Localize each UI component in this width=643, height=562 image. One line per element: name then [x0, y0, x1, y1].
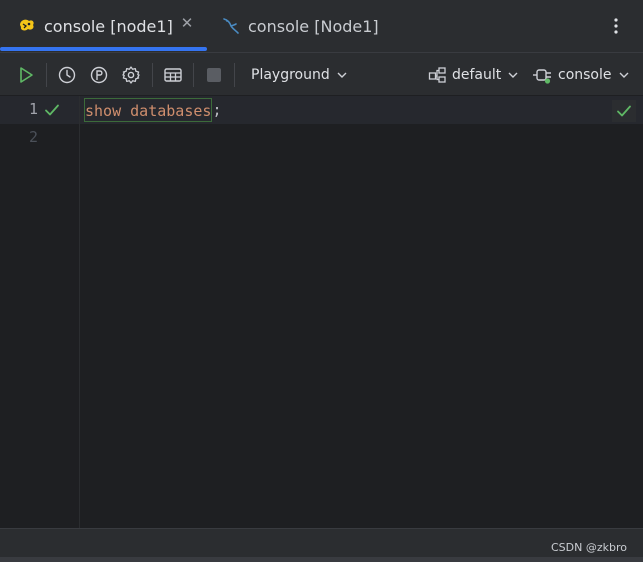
bottom-border [0, 557, 643, 562]
active-tab-indicator [0, 47, 207, 51]
tab-console-node1-mysql[interactable]: console [Node1] [220, 0, 379, 52]
tab-label: console [Node1] [248, 16, 379, 36]
toolbar-separator [46, 63, 47, 87]
session-plug-icon [532, 66, 554, 84]
line-number: 1 [28, 100, 38, 118]
chevron-down-icon [618, 69, 630, 81]
code-line[interactable]: show databases; [84, 96, 221, 124]
schema-dropdown[interactable]: default [428, 53, 519, 96]
execution-success-check-icon [44, 102, 60, 118]
settings-gear-icon[interactable] [119, 63, 143, 87]
more-options-icon[interactable] [606, 14, 626, 38]
run-icon[interactable] [14, 63, 38, 87]
toolbar-separator [193, 63, 194, 87]
schema-label: default [452, 66, 502, 83]
editor-toolbar: Playground default console [0, 52, 643, 96]
app-window: console [node1] ✕ console [Node1] Playgr… [0, 0, 643, 562]
line-number: 2 [28, 128, 38, 146]
parameters-icon[interactable] [87, 63, 111, 87]
close-icon[interactable]: ✕ [180, 16, 194, 31]
toolbar-separator [152, 63, 153, 87]
tab-bar: console [node1] ✕ console [Node1] [0, 0, 643, 52]
chevron-down-icon [507, 69, 519, 81]
hive-icon [16, 15, 38, 37]
mode-dropdown[interactable]: Playground [251, 53, 348, 96]
sql-keyword: show databases [84, 98, 213, 122]
chevron-down-icon [336, 69, 348, 81]
mode-label: Playground [251, 66, 330, 83]
sql-punctuation: ; [212, 101, 222, 119]
mysql-dolphin-icon [220, 15, 242, 37]
editor-gutter: 1 2 [0, 96, 80, 528]
toolbar-separator [234, 63, 235, 87]
watermark-text: CSDN @zkbro [551, 541, 627, 554]
tab-console-node1[interactable]: console [node1] [16, 0, 173, 52]
history-icon[interactable] [55, 63, 79, 87]
inspection-ok-check-icon[interactable] [612, 100, 636, 122]
tab-label: console [node1] [44, 16, 173, 36]
session-dropdown[interactable]: console [532, 53, 630, 96]
schema-icon [428, 66, 448, 84]
stop-icon[interactable] [202, 63, 226, 87]
code-editor[interactable]: 1 2 show databases; [0, 96, 643, 528]
session-label: console [558, 66, 612, 83]
table-grid-icon[interactable] [161, 63, 185, 87]
